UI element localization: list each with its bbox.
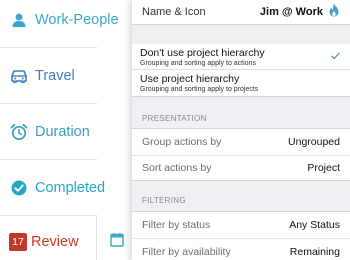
row-value: Any Status [289,219,340,231]
name-and-icon-row[interactable]: Name & Icon Jim @ Work [132,0,350,25]
sidebar-item-work-people[interactable]: Work-People [0,0,119,48]
sidebar-item-label: Review [31,234,79,250]
alarm-clock-icon [10,123,28,141]
filter-by-status-row[interactable]: Filter by status Any Status [132,211,350,239]
person-icon [10,11,28,29]
filter-by-availability-row[interactable]: Filter by availability Remaining [132,239,350,260]
review-count-badge: 17 [9,233,27,251]
calendar-icon [110,232,124,252]
option-title: Use project hierarchy [140,73,240,85]
filtering-section-header: FILTERING [142,196,186,205]
row-label: Filter by status [142,219,211,231]
sidebar-item-label: Completed [35,179,106,196]
option-dont-use-project-hierarchy[interactable]: Don't use project hierarchy Grouping and… [132,44,350,70]
sidebar-item-forecast[interactable] [97,216,137,260]
option-use-project-hierarchy[interactable]: Use project hierarchy Grouping and sorti… [132,70,350,97]
sidebar-item-label: Travel [35,67,75,84]
presentation-section-header: PRESENTATION [142,114,207,123]
sidebar-item-duration[interactable]: Duration [0,104,97,160]
row-value: Ungrouped [288,136,340,148]
checkmark-icon [331,52,340,60]
row-value: Remaining [289,246,340,258]
perspective-sidebar: Work-People Travel Duration Completed 17… [0,0,132,260]
car-icon [10,67,28,85]
option-subtitle: Grouping and sorting apply to actions [140,59,256,67]
row-label: Group actions by [142,136,222,148]
sidebar-item-review[interactable]: 17 Review [0,216,97,260]
sidebar-item-travel[interactable]: Travel [0,48,97,104]
option-subtitle: Grouping and sorting apply to projects [140,86,259,93]
flame-icon [328,3,340,22]
sidebar-item-completed[interactable]: Completed [0,160,105,216]
sidebar-item-label: Work-People [35,11,119,28]
option-title: Don't use project hierarchy [140,46,265,59]
row-label: Sort actions by [142,162,212,174]
sidebar-item-label: Duration [35,123,90,140]
name-and-icon-label: Name & Icon [142,6,206,18]
perspective-settings-panel: Name & Icon Jim @ Work Don't use project… [132,0,350,260]
checkmark-circle-icon [10,179,28,197]
sort-actions-by-row[interactable]: Sort actions by Project [132,156,350,181]
group-actions-by-row[interactable]: Group actions by Ungrouped [132,128,350,156]
row-label: Filter by availability [142,246,231,258]
perspective-name-value: Jim @ Work [259,6,323,18]
row-value: Project [307,162,340,174]
